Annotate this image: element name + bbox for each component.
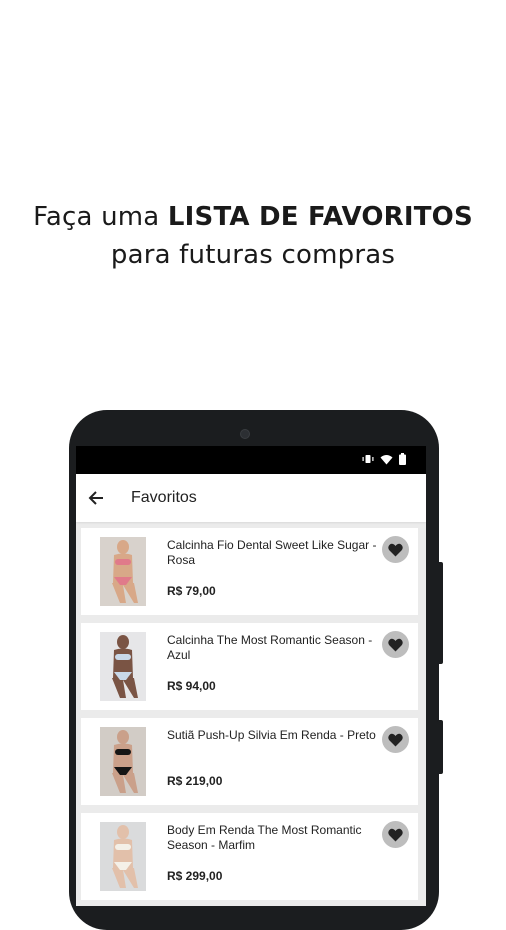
heart-icon [388,733,403,746]
status-bar [76,446,426,474]
volume-button [437,562,443,664]
phone-screen: Favoritos Calcinha Fio Dental Sweet Like… [76,446,426,906]
product-card[interactable]: Calcinha Fio Dental Sweet Like Sugar - R… [81,528,418,615]
product-card[interactable]: Calcinha The Most Romantic Season - Azul… [81,623,418,710]
favorite-button[interactable] [382,536,409,563]
heart-icon [388,638,403,651]
product-price: R$ 79,00 [167,584,216,598]
heart-icon [388,828,403,841]
promo-headline: Faça uma LISTA DE FAVORITOS para futuras… [0,198,506,274]
headline-bold-text: LISTA DE FAVORITOS [167,202,473,232]
arrow-left-icon[interactable] [88,490,104,506]
product-image[interactable] [100,822,146,891]
product-image[interactable] [100,537,146,606]
favorite-button[interactable] [382,726,409,753]
favorites-list: Calcinha Fio Dental Sweet Like Sugar - R… [76,522,426,900]
headline-line-2: para futuras compras [110,240,396,270]
app-bar: Favoritos [76,474,426,522]
product-price: R$ 219,00 [167,774,223,788]
product-price: R$ 94,00 [167,679,216,693]
headline-text: Faça uma [33,202,168,232]
product-name[interactable]: Sutiã Push-Up Silvia Em Renda - Preto [167,728,379,743]
product-name[interactable]: Body Em Renda The Most Romantic Season -… [167,823,379,853]
vibrate-icon [362,455,374,463]
favorite-button[interactable] [382,631,409,658]
battery-icon [399,453,406,465]
heart-icon [388,543,403,556]
product-name[interactable]: Calcinha Fio Dental Sweet Like Sugar - R… [167,538,379,568]
favorite-button[interactable] [382,821,409,848]
front-camera [240,429,250,439]
power-button [437,720,443,774]
product-price: R$ 299,00 [167,869,223,883]
headline-line-1: Faça uma LISTA DE FAVORITOS [0,198,506,236]
product-image[interactable] [100,632,146,701]
product-card[interactable]: Body Em Renda The Most Romantic Season -… [81,813,418,900]
product-name[interactable]: Calcinha The Most Romantic Season - Azul [167,633,379,663]
product-image[interactable] [100,727,146,796]
wifi-icon [380,454,393,464]
product-card[interactable]: Sutiã Push-Up Silvia Em Renda - Preto R$… [81,718,418,805]
page-title: Favoritos [131,489,197,506]
